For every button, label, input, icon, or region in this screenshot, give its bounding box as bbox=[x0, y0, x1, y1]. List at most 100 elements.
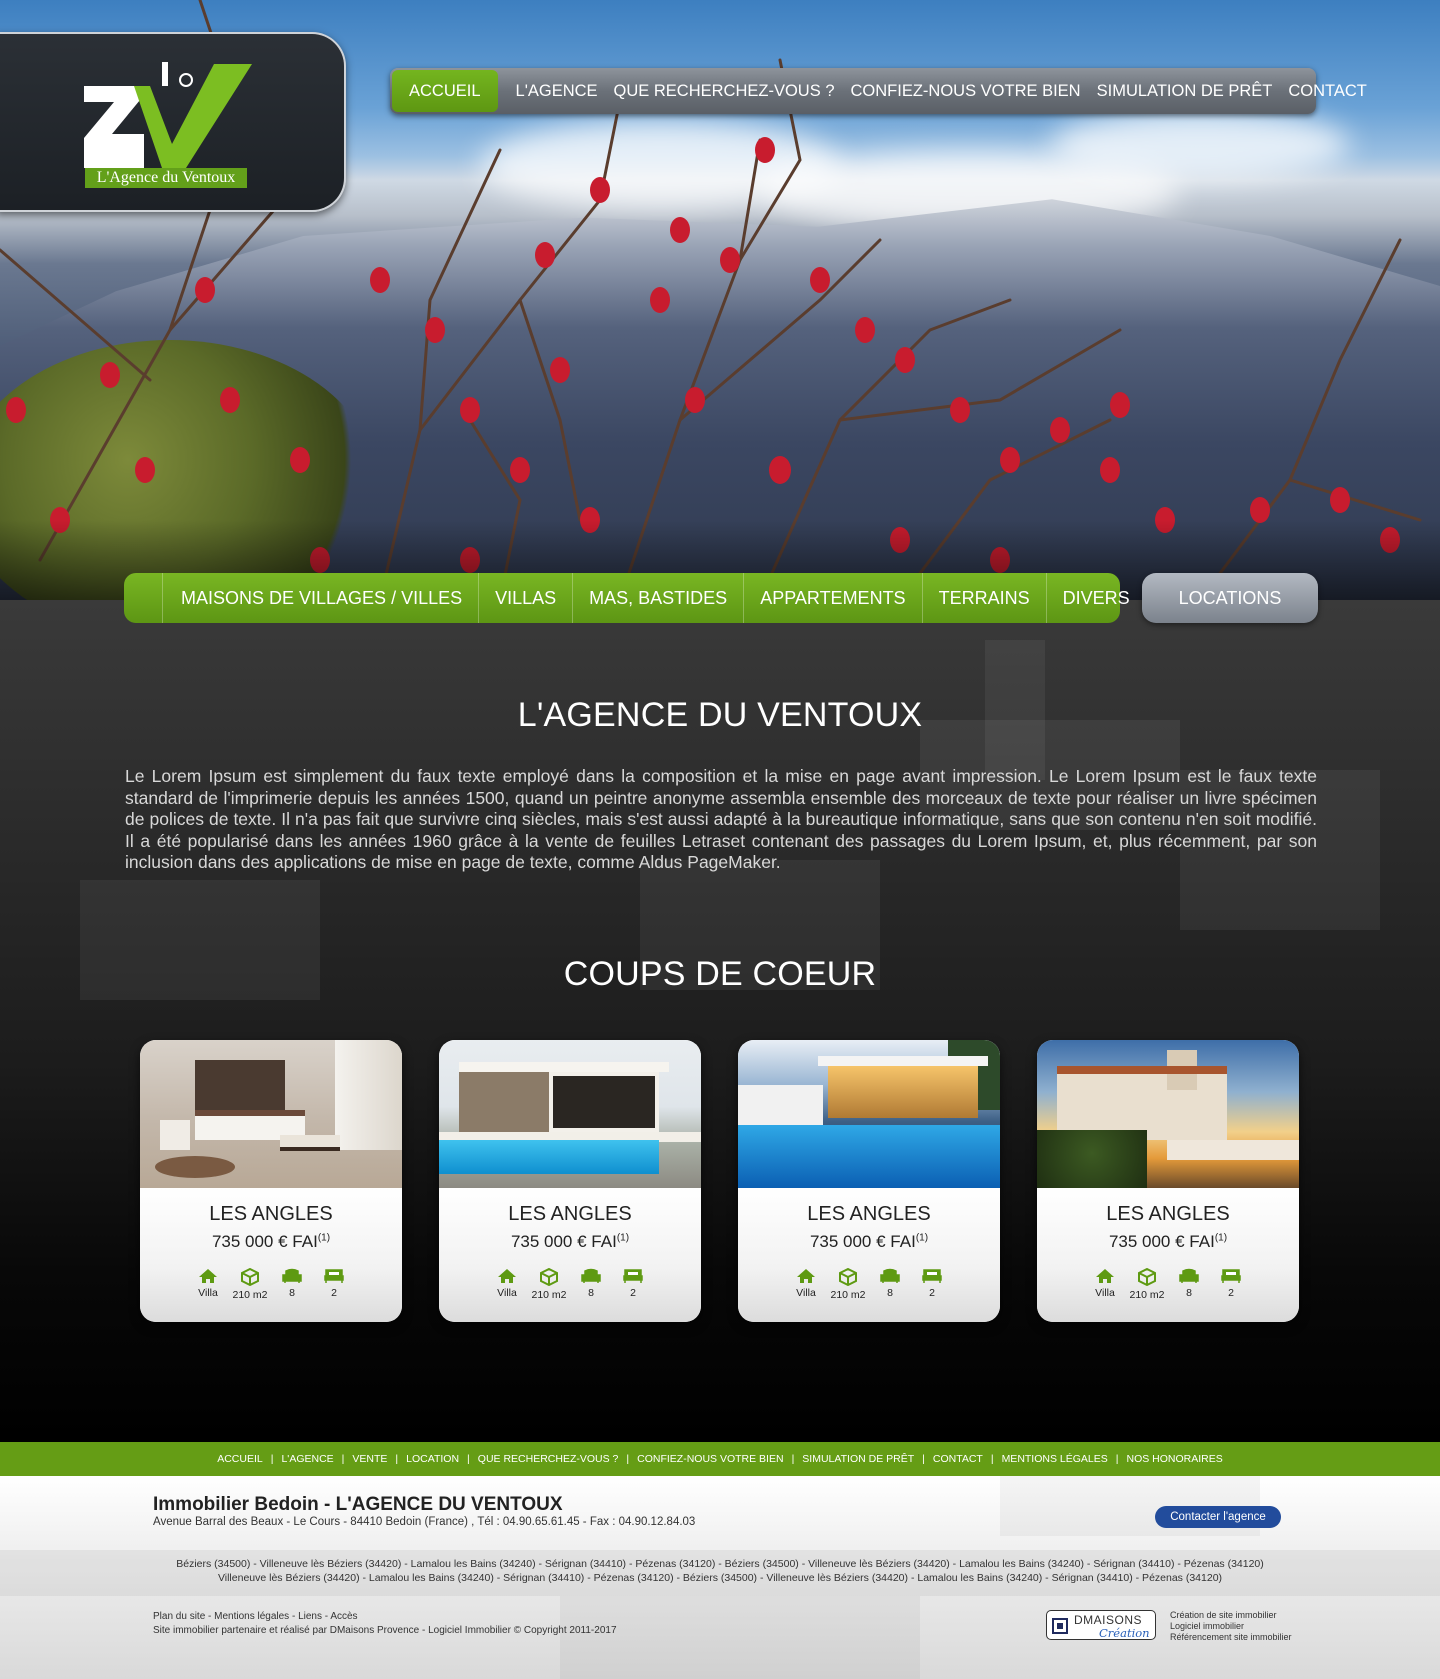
footer-agency-address: Avenue Barral des Beaux - Le Cours - 844… bbox=[153, 1516, 696, 1528]
footer-link-confiez-bien[interactable]: CONFIEZ-NOUS VOTRE BIEN bbox=[637, 1453, 783, 1465]
bed-icon bbox=[922, 1269, 942, 1283]
category-mas-bastides[interactable]: MAS, BASTIDES bbox=[572, 573, 743, 623]
zv-logo-mark bbox=[84, 62, 252, 168]
footer-link-simulation[interactable]: SIMULATION DE PRÊT bbox=[802, 1453, 914, 1465]
category-maisons-villages[interactable]: MAISONS DE VILLAGES / VILLES bbox=[162, 573, 478, 623]
property-name: LES ANGLES bbox=[209, 1203, 333, 1225]
bed-icon bbox=[1221, 1269, 1241, 1283]
footer-link-agence[interactable]: L'AGENCE bbox=[281, 1453, 333, 1465]
category-bar: MAISONS DE VILLAGES / VILLES VILLAS MAS,… bbox=[124, 573, 1130, 623]
property-photo-mediterranean-villa bbox=[1037, 1040, 1299, 1188]
footer-navigation: ACCUEIL | L'AGENCE | VENTE | LOCATION | QUE … bbox=[0, 1442, 1440, 1476]
footer-link-mentions[interactable]: MENTIONS LÉGALES bbox=[1002, 1453, 1108, 1465]
property-price: 735 000 € FAI(1) bbox=[510, 1232, 630, 1251]
footer-links: Plan du site - Mentions légales - Liens … bbox=[153, 1610, 617, 1638]
category-divers[interactable]: DIVERS bbox=[1045, 573, 1146, 623]
property-info: LES ANGLES 735 000 € FAI(1) Villa 210 m2… bbox=[738, 1188, 1000, 1322]
property-features: Villa 210 m2 8 2 bbox=[738, 1268, 1000, 1301]
armchair-icon bbox=[1179, 1268, 1199, 1283]
dmaisons-logo[interactable]: DMAISONS Création bbox=[1046, 1610, 1156, 1640]
bed-icon bbox=[324, 1269, 344, 1283]
armchair-icon bbox=[880, 1268, 900, 1283]
footer: Immobilier Bedoin - L'AGENCE DU VENTOUX … bbox=[0, 1476, 1440, 1679]
property-card[interactable]: LES ANGLES 735 000 € FAI(1) Villa 210 m2… bbox=[1037, 1040, 1299, 1322]
cube-icon bbox=[839, 1268, 857, 1286]
house-icon bbox=[797, 1269, 815, 1283]
site-logo[interactable]: L'Agence du Ventoux bbox=[0, 32, 346, 212]
feature-rooms: 8 bbox=[570, 1268, 612, 1301]
property-name: LES ANGLES bbox=[1106, 1203, 1230, 1225]
feature-area: 210 m2 bbox=[1126, 1268, 1168, 1301]
category-appartements[interactable]: APPARTEMENTS bbox=[743, 573, 921, 623]
footer-link-contact[interactable]: CONTACT bbox=[933, 1453, 983, 1465]
page-title: L'AGENCE DU VENTOUX bbox=[517, 696, 923, 734]
footer-credits: Site immobilier partenaire et réalisé pa… bbox=[153, 1625, 617, 1636]
feature-bedrooms: 2 bbox=[612, 1268, 654, 1301]
armchair-icon bbox=[581, 1268, 601, 1283]
nav-accueil[interactable]: ACCUEIL bbox=[392, 70, 498, 112]
nav-recherche[interactable]: QUE RECHERCHEZ-VOUS ? bbox=[606, 68, 843, 114]
category-villas[interactable]: VILLAS bbox=[478, 573, 572, 623]
feature-area: 210 m2 bbox=[229, 1268, 271, 1301]
locations-button[interactable]: LOCATIONS bbox=[1142, 573, 1318, 623]
property-price: 735 000 € FAI(1) bbox=[809, 1232, 929, 1251]
feature-area: 210 m2 bbox=[528, 1268, 570, 1301]
cube-icon bbox=[241, 1268, 259, 1286]
footer-cities-line-1: Béziers (34500) - Villeneuve lès Béziers… bbox=[176, 1558, 1264, 1570]
nav-simulation-pret[interactable]: SIMULATION DE PRÊT bbox=[1089, 68, 1281, 114]
house-icon bbox=[199, 1269, 217, 1283]
property-photo-villa-pool bbox=[738, 1040, 1000, 1188]
contact-agency-button[interactable]: Contacter l'agence bbox=[1155, 1506, 1281, 1528]
property-features: Villa 210 m2 8 2 bbox=[439, 1268, 701, 1301]
footer-link-vente[interactable]: VENTE bbox=[352, 1453, 387, 1465]
property-card[interactable]: LES ANGLES 735 000 € FAI(1) Villa 210 m2… bbox=[738, 1040, 1000, 1322]
feature-type: Villa bbox=[486, 1268, 528, 1301]
nav-agence[interactable]: L'AGENCE bbox=[508, 68, 606, 114]
favorites-title: COUPS DE COEUR bbox=[563, 955, 877, 993]
property-features: Villa 210 m2 8 2 bbox=[140, 1268, 402, 1301]
category-terrains[interactable]: TERRAINS bbox=[921, 573, 1046, 623]
nav-contact[interactable]: CONTACT bbox=[1280, 68, 1375, 114]
dmaisons-services: Création de site immobilier Logiciel imm… bbox=[1170, 1610, 1292, 1642]
property-info: LES ANGLES 735 000 € FAI(1) Villa 210 m2… bbox=[1037, 1188, 1299, 1322]
feature-bedrooms: 2 bbox=[313, 1268, 355, 1301]
feature-bedrooms: 2 bbox=[911, 1268, 953, 1301]
feature-rooms: 8 bbox=[1168, 1268, 1210, 1301]
property-name: LES ANGLES bbox=[508, 1203, 632, 1225]
property-card[interactable]: LES ANGLES 735 000 € FAI(1) Villa 210 m2… bbox=[140, 1040, 402, 1322]
cube-icon bbox=[1138, 1268, 1156, 1286]
property-info: LES ANGLES 735 000 € FAI(1) Villa 210 m2… bbox=[439, 1188, 701, 1322]
feature-rooms: 8 bbox=[869, 1268, 911, 1301]
feature-type: Villa bbox=[1084, 1268, 1126, 1301]
property-features: Villa 210 m2 8 2 bbox=[1037, 1268, 1299, 1301]
feature-bedrooms: 2 bbox=[1210, 1268, 1252, 1301]
house-icon bbox=[1096, 1269, 1114, 1283]
footer-link-honoraires[interactable]: NOS HONORAIRES bbox=[1127, 1453, 1223, 1465]
nav-confiez-bien[interactable]: CONFIEZ-NOUS VOTRE BIEN bbox=[843, 68, 1089, 114]
footer-link-location[interactable]: LOCATION bbox=[406, 1453, 459, 1465]
footer-link-accueil[interactable]: ACCUEIL bbox=[217, 1453, 263, 1465]
footer-link-recherche[interactable]: QUE RECHERCHEZ-VOUS ? bbox=[478, 1453, 619, 1465]
property-info: LES ANGLES 735 000 € FAI(1) Villa 210 m2… bbox=[140, 1188, 402, 1322]
footer-site-links[interactable]: Plan du site - Mentions légales - Liens … bbox=[153, 1610, 617, 1624]
property-photo-modern-house bbox=[439, 1040, 701, 1188]
feature-area: 210 m2 bbox=[827, 1268, 869, 1301]
logo-tagline: L'Agence du Ventoux bbox=[85, 168, 247, 188]
property-name: LES ANGLES bbox=[807, 1203, 931, 1225]
main-navigation: ACCUEIL L'AGENCE QUE RECHERCHEZ-VOUS ? C… bbox=[390, 68, 1367, 114]
property-price: 735 000 € FAI(1) bbox=[211, 1232, 331, 1251]
intro-text: Le Lorem Ipsum est simplement du faux te… bbox=[125, 766, 1317, 873]
house-icon bbox=[498, 1269, 516, 1283]
property-card[interactable]: LES ANGLES 735 000 € FAI(1) Villa 210 m2… bbox=[439, 1040, 701, 1322]
feature-type: Villa bbox=[785, 1268, 827, 1301]
dmaisons-icon bbox=[1052, 1618, 1068, 1634]
cube-icon bbox=[540, 1268, 558, 1286]
bed-icon bbox=[623, 1269, 643, 1283]
armchair-icon bbox=[282, 1268, 302, 1283]
property-price: 735 000 € FAI(1) bbox=[1108, 1232, 1228, 1251]
feature-rooms: 8 bbox=[271, 1268, 313, 1301]
property-photo-bedroom bbox=[140, 1040, 402, 1188]
footer-agency-name: Immobilier Bedoin - L'AGENCE DU VENTOUX bbox=[153, 1494, 563, 1515]
footer-cities-line-2: Villeneuve lès Béziers (34420) - Lamalou… bbox=[217, 1572, 1223, 1584]
feature-type: Villa bbox=[187, 1268, 229, 1301]
